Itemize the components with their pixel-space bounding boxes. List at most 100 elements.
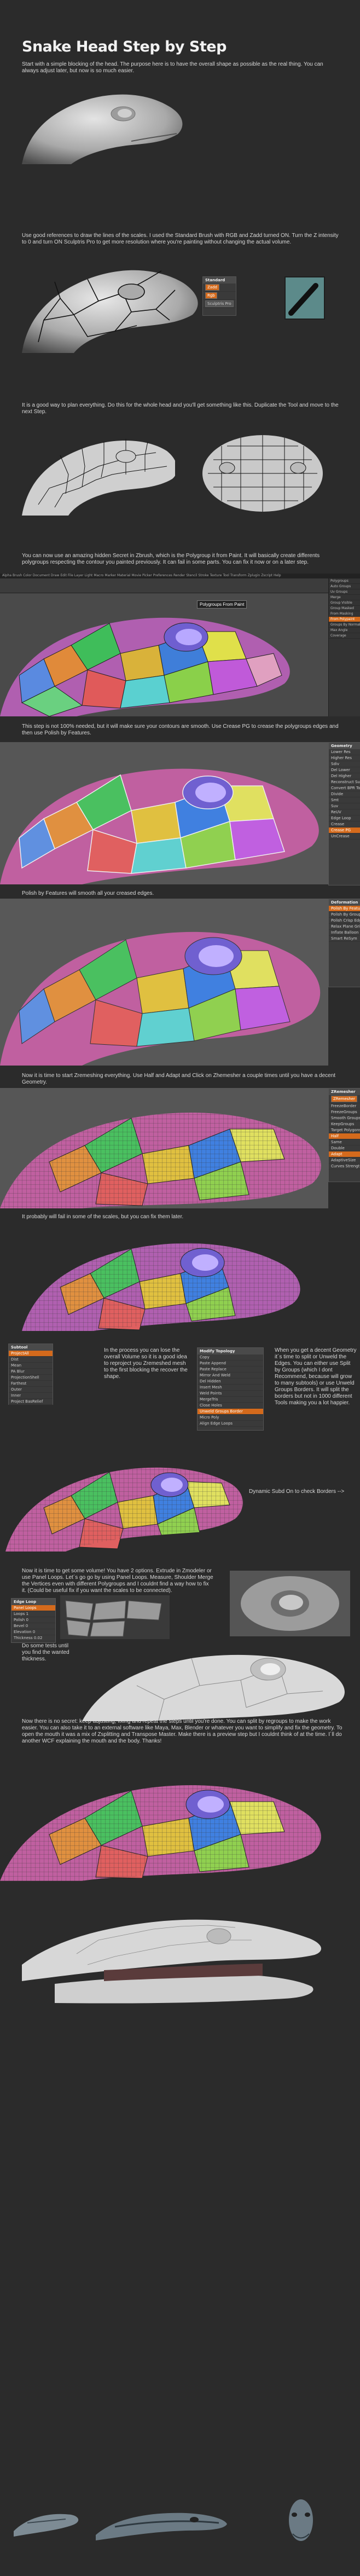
scale-closeup-image [230,1571,350,1636]
close-holes-button[interactable]: Close Holes [198,1403,263,1409]
polish-by-groups-button[interactable]: Polish By Groups [329,912,360,918]
brush-label: Standard [203,277,236,283]
smart-resym-button[interactable]: Smart ReSym [329,936,360,942]
bevel-slider[interactable]: Bevel 0 [11,1623,55,1629]
projection-shell-slider[interactable]: ProjectionShell [9,1375,53,1381]
insert-mesh-button[interactable]: Insert Mesh [198,1385,263,1391]
zremesher-panel: ZRemesher ZRemesher FreezeBorder FreezeG… [328,1088,360,1182]
snake-lines-full-front-image [202,435,323,512]
paste-append-button[interactable]: Paste Append [198,1361,263,1367]
snake-final-colored-image [0,1758,360,1881]
adapt-button[interactable]: Adapt [329,1151,360,1157]
freeze-groups-toggle[interactable]: FreezeGroups [329,1109,360,1115]
paste-replace-button[interactable]: Paste Replace [198,1367,263,1373]
geometry-del-lower[interactable]: Del Lower [329,767,360,773]
deformation-panel-header: Deformation [329,899,360,906]
panel-loops-closeup-image [60,1595,170,1639]
zremesher-button[interactable]: ZRemesher [331,1096,358,1102]
geometry-higher-res[interactable]: Higher Res [329,755,360,761]
zremesher-panel-header: ZRemesher [329,1089,360,1095]
final-thumb-1 [11,2498,82,2542]
zbrush-menubar: Alpha Brush Color Document Draw Edit Fil… [0,574,360,578]
polish-slider[interactable]: Polish 0 [11,1617,55,1623]
page-title: Snake Head Step by Step [22,38,227,55]
rgb-button[interactable]: Rgb [205,292,217,299]
step-3-text: It is a good way to plan everything. Do … [22,402,339,415]
snake-zremesh-image [0,1088,328,1208]
pa-blur-slider[interactable]: PA Blur [9,1369,53,1375]
snake-unweld-image [5,1448,246,1552]
geometry-divide[interactable]: Divide [329,791,360,797]
step-13-text: Do some tests until you find the wanted … [22,1643,69,1662]
weld-points-button[interactable]: Weld Points [198,1391,263,1397]
unweld-groups-border-button[interactable]: Unweld Groups Border [198,1409,263,1415]
farthest-toggle[interactable]: Farthest [9,1381,53,1387]
edge-loop-header: Edge Loop [11,1599,55,1605]
smooth-groups-slider[interactable]: Smooth Groups [329,1115,360,1121]
snake-thickness-image [82,1639,356,1721]
inflate-balloon-button[interactable]: Inflate Balloon [329,930,360,936]
sculptris-pro-button[interactable]: Sculptris Pro [205,300,234,307]
final-thumb-2 [93,2497,230,2546]
geometry-suv[interactable]: Suv [329,803,360,809]
polygroups-from-paint-tooltip: Polygroups From Paint [197,600,247,609]
panel-loops-panel: Edge Loop Panel Loops Loops 1 Polish 0 B… [11,1598,56,1643]
panel-loops-button[interactable]: Panel Loops [11,1605,55,1611]
snake-polish-image [0,899,328,1066]
align-edge-loops-button[interactable]: Align Edge Loops [198,1421,263,1427]
mean-slider[interactable]: Mean [9,1363,53,1369]
zadd-button[interactable]: Zadd [205,284,219,291]
half-button[interactable]: Half [329,1133,360,1139]
snake-zremesh-fail-image [22,1222,306,1331]
snake-lines-full-side-image [22,422,175,516]
zbrush-toolbar [0,578,360,593]
geometry-sdiv[interactable]: Sdiv [329,761,360,767]
mirror-weld-button[interactable]: Mirror And Weld [198,1373,263,1379]
geometry-lower-res[interactable]: Lower Res [329,749,360,755]
curves-strength-slider[interactable]: Curves Strength [329,1163,360,1170]
geometry-reconstruct[interactable]: Reconstruct Subdiv [329,779,360,785]
loops-slider[interactable]: Loops 1 [11,1611,55,1617]
snake-lines-image [22,270,198,353]
geometry-uncrease[interactable]: UnCrease [329,833,360,840]
crease-pg-button[interactable]: Crease PG [329,827,360,833]
relax-plane-grid-button[interactable]: Relax Plane Grid [329,924,360,930]
double-button[interactable]: Double [329,1145,360,1151]
keep-groups-toggle[interactable]: KeepGroups [329,1121,360,1127]
inner-toggle[interactable]: Inner [9,1393,53,1399]
freeze-border-toggle[interactable]: FreezeBorder [329,1103,360,1109]
outer-toggle[interactable]: Outer [9,1387,53,1393]
brush-panel: Standard Zadd Rgb Sculptris Pro [202,276,236,316]
polish-crisp-edges-button[interactable]: Polish Crisp Edges [329,918,360,924]
modify-topology-header: Modify Topology [198,1348,263,1354]
step-2-text: Use good references to draw the lines of… [22,233,339,245]
thickness-slider[interactable]: Thickness 0.02 [11,1635,55,1641]
geometry-edge-loop[interactable]: Edge Loop [329,815,360,821]
merge-tris-button[interactable]: MergeTris [198,1397,263,1403]
geometry-convert-bpr[interactable]: Convert BPR To Geo [329,785,360,791]
geometry-reuv[interactable]: ReUV [329,809,360,815]
step-12-text: Now it is time to get some volume! You h… [22,1568,213,1594]
dynamic-subd-note: Dynamic Subd On to check Borders --> [249,1489,345,1495]
del-hidden-button[interactable]: Del Hidden [198,1379,263,1385]
final-thumb-3 [274,2493,328,2553]
same-button[interactable]: Same [329,1139,360,1145]
snake-blocking-image [22,94,183,164]
polish-by-features-button[interactable]: Polish By Features [329,906,360,912]
geometry-crease[interactable]: Crease [329,821,360,827]
snake-final-open-mouth-image [22,1888,328,2030]
step-6-text: Polish by Features will smooth all your … [22,890,154,896]
copy-button[interactable]: Copy [198,1354,263,1361]
target-polygons-slider[interactable]: Target Polygons Count [329,1127,360,1133]
micro-poly-button[interactable]: Micro Poly [198,1415,263,1421]
adaptive-size-slider[interactable]: AdaptiveSize [329,1157,360,1163]
geometry-del-higher[interactable]: Del Higher [329,773,360,779]
step-14-text: Now there is no secret: keep adjusting, … [22,1718,342,1744]
geometry-panel-header: Geometry [329,743,360,749]
elevation-slider[interactable]: Elevation 0 [11,1629,55,1635]
step-1-text: Start with a simple blocking of the head… [22,61,323,74]
dist-slider[interactable]: Dist [9,1357,53,1363]
geometry-smt[interactable]: Smt [329,797,360,803]
project-all-button[interactable]: ProjectAll [9,1351,53,1357]
project-basrelief-button[interactable]: Project BasRelief [9,1399,53,1405]
